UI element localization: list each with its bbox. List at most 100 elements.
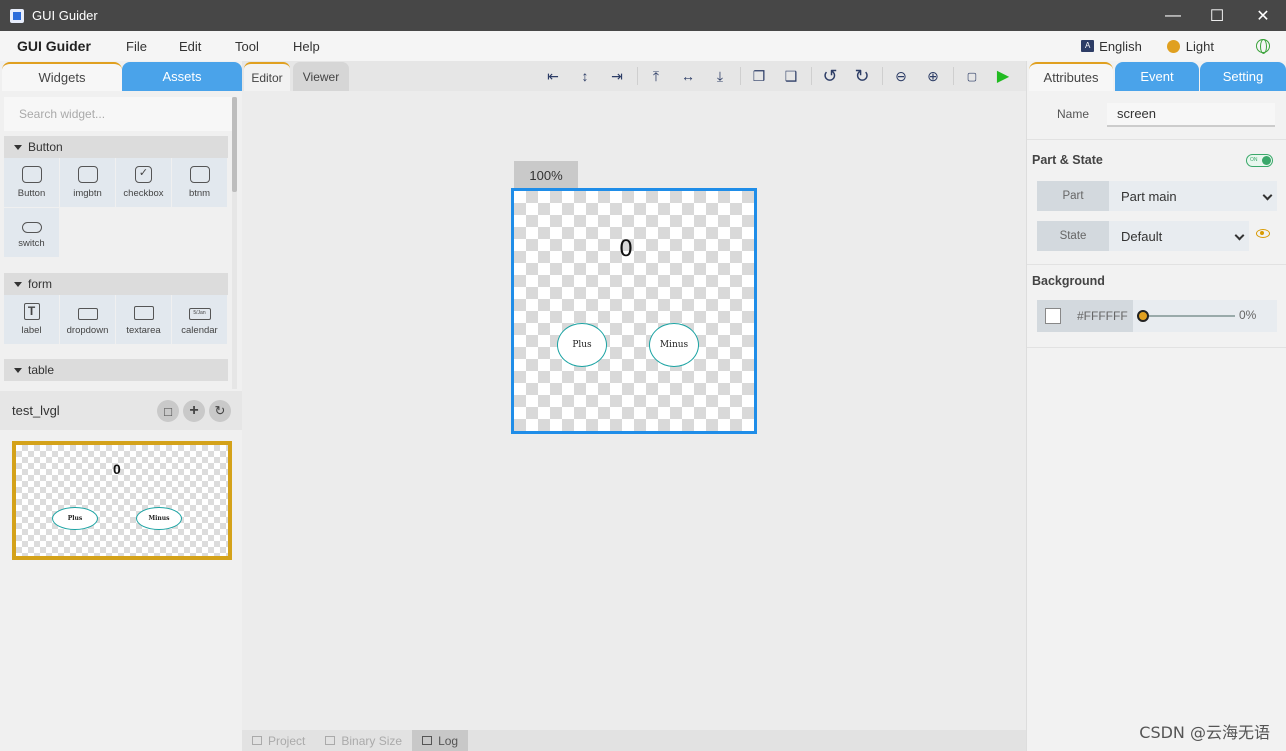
counter-label[interactable]: 0 bbox=[619, 237, 633, 262]
color-swatch[interactable] bbox=[1045, 308, 1061, 324]
state-select[interactable]: State Default bbox=[1037, 221, 1249, 251]
editor-toolbar: Editor Viewer ⇤ ↕ ⇥ ⤒ ↔ ⤓ ❐ ❑ ↺ ↻ ⊖ ⊕ ▢ … bbox=[242, 61, 1026, 91]
language-selector[interactable]: A English bbox=[1081, 39, 1142, 54]
tab-event[interactable]: Event bbox=[1115, 62, 1199, 91]
bg-color-value[interactable]: #FFFFFF bbox=[1077, 309, 1128, 323]
title-bar: GUI Guider — ☐ ✕ bbox=[0, 0, 1286, 31]
code-icon[interactable]: ▢ bbox=[964, 68, 980, 84]
calendar-icon: 5/Jan bbox=[188, 308, 211, 320]
textarea-icon bbox=[133, 306, 154, 320]
tab-project[interactable]: Project bbox=[242, 730, 315, 751]
align-left-icon[interactable]: ⇤ bbox=[545, 68, 561, 84]
app-logo-icon bbox=[10, 8, 24, 23]
project-header: test_lvgl □ + ↻ bbox=[0, 391, 242, 430]
widget-search-input[interactable]: Search widget... bbox=[4, 97, 232, 131]
minus-button[interactable]: Minus bbox=[649, 323, 699, 367]
app-window: GUI Guider — ☐ ✕ GUI Guider File Edit To… bbox=[0, 0, 1286, 751]
terminal-icon bbox=[422, 736, 433, 745]
tab-editor[interactable]: Editor bbox=[244, 62, 290, 91]
undo-icon[interactable]: ↺ bbox=[822, 66, 838, 86]
name-label: Name bbox=[1057, 107, 1090, 121]
section-button[interactable]: Button bbox=[4, 136, 228, 158]
theme-selector[interactable]: Light bbox=[1166, 39, 1214, 54]
menu-file[interactable]: File bbox=[126, 39, 179, 54]
tab-viewer[interactable]: Viewer bbox=[293, 62, 349, 91]
language-icon: A bbox=[1081, 40, 1095, 52]
watermark: CSDN @云海无语 bbox=[1139, 723, 1270, 742]
redo-icon[interactable]: ↻ bbox=[854, 66, 870, 86]
button-icon bbox=[21, 166, 42, 183]
widget-scrollbar-thumb[interactable] bbox=[232, 97, 237, 192]
editor-area: Editor Viewer ⇤ ↕ ⇥ ⤒ ↔ ⤓ ❐ ❑ ↺ ↻ ⊖ ⊕ ▢ … bbox=[242, 61, 1026, 751]
caret-down-icon bbox=[14, 281, 22, 287]
align-bottom-icon[interactable]: ⤓ bbox=[712, 68, 728, 84]
widget-button[interactable]: Button bbox=[4, 158, 60, 208]
globe-icon[interactable] bbox=[1256, 39, 1270, 54]
maximize-button[interactable]: ☐ bbox=[1194, 0, 1240, 31]
menu-tool[interactable]: Tool bbox=[235, 39, 293, 54]
menu-edit[interactable]: Edit bbox=[179, 39, 235, 54]
tab-binary-size[interactable]: Binary Size bbox=[315, 730, 412, 751]
menu-help[interactable]: Help bbox=[293, 39, 320, 54]
chart-icon bbox=[325, 736, 336, 745]
background-title: Background bbox=[1032, 274, 1105, 288]
left-panel: Widgets Assets Search widget... Button B… bbox=[0, 61, 242, 751]
widget-textarea[interactable]: textarea bbox=[116, 295, 172, 345]
imgbtn-icon bbox=[77, 166, 98, 183]
eye-icon[interactable] bbox=[1256, 229, 1270, 238]
widget-imgbtn[interactable]: imgbtn bbox=[60, 158, 116, 208]
screen-thumbnail[interactable]: 0 Plus Minus bbox=[12, 441, 232, 560]
checkbox-icon: ✓ bbox=[135, 166, 152, 183]
widget-label[interactable]: Tlabel bbox=[4, 295, 60, 345]
palette-icon bbox=[1166, 39, 1180, 53]
close-button[interactable]: ✕ bbox=[1240, 0, 1286, 31]
widget-calendar[interactable]: 5/Jan calendar bbox=[172, 295, 228, 345]
tab-setting[interactable]: Setting bbox=[1200, 62, 1286, 91]
part-value: Part main bbox=[1109, 189, 1277, 204]
chevron-down-icon bbox=[1234, 230, 1245, 240]
zoom-level: 100% bbox=[514, 161, 578, 189]
right-panel: Attributes Event Setting Name screen Par… bbox=[1026, 61, 1286, 751]
widget-btnm[interactable]: btnm bbox=[172, 158, 228, 208]
plus-button[interactable]: Plus bbox=[557, 323, 607, 367]
tab-attributes[interactable]: Attributes bbox=[1029, 62, 1113, 91]
button-widget-grid: Button imgbtn ✓ checkbox btnm switch bbox=[4, 158, 228, 258]
bring-front-icon[interactable]: ❐ bbox=[751, 68, 767, 84]
align-top-icon[interactable]: ⤒ bbox=[648, 68, 664, 84]
align-right-icon[interactable]: ⇥ bbox=[609, 68, 625, 84]
project-name: test_lvgl bbox=[12, 403, 60, 418]
tab-log[interactable]: Log bbox=[412, 730, 469, 751]
run-icon[interactable]: ▶ bbox=[995, 68, 1011, 85]
align-middle-icon[interactable]: ↔ bbox=[680, 68, 696, 84]
minimize-button[interactable]: — bbox=[1150, 0, 1196, 31]
zoom-in-icon[interactable]: ⊕ bbox=[925, 68, 941, 84]
state-value: Default bbox=[1109, 229, 1249, 244]
opacity-slider-track[interactable] bbox=[1143, 315, 1235, 317]
tab-assets[interactable]: Assets bbox=[122, 62, 242, 91]
section-table[interactable]: table bbox=[4, 359, 228, 381]
caret-down-icon bbox=[14, 144, 22, 150]
section-form[interactable]: form bbox=[4, 273, 228, 295]
part-select[interactable]: Part Part main bbox=[1037, 181, 1277, 211]
window-title: GUI Guider bbox=[32, 8, 98, 23]
open-folder-button[interactable]: □ bbox=[157, 400, 179, 422]
chevron-down-icon bbox=[1262, 190, 1273, 200]
align-center-icon[interactable]: ↕ bbox=[577, 68, 593, 84]
refresh-button[interactable]: ↻ bbox=[209, 400, 231, 422]
opacity-slider-handle[interactable] bbox=[1137, 310, 1149, 322]
bottom-tabs: Project Binary Size Log bbox=[242, 730, 1026, 751]
switch-icon bbox=[21, 222, 42, 233]
widget-checkbox[interactable]: ✓ checkbox bbox=[116, 158, 172, 208]
menu-bar: GUI Guider File Edit Tool Help A English… bbox=[0, 31, 1286, 61]
send-back-icon[interactable]: ❑ bbox=[783, 68, 799, 84]
add-screen-button[interactable]: + bbox=[183, 400, 205, 422]
background-row: #FFFFFF 0% bbox=[1037, 300, 1277, 332]
color-picker[interactable]: #FFFFFF bbox=[1037, 300, 1133, 332]
name-input[interactable]: screen bbox=[1107, 103, 1275, 127]
tab-widgets[interactable]: Widgets bbox=[2, 62, 122, 91]
zoom-out-icon[interactable]: ⊖ bbox=[893, 68, 909, 84]
screen-canvas[interactable]: 0 Plus Minus bbox=[511, 188, 757, 434]
widget-dropdown[interactable]: dropdown bbox=[60, 295, 116, 345]
part-state-toggle[interactable]: ON bbox=[1246, 154, 1273, 167]
widget-switch[interactable]: switch bbox=[4, 208, 60, 258]
